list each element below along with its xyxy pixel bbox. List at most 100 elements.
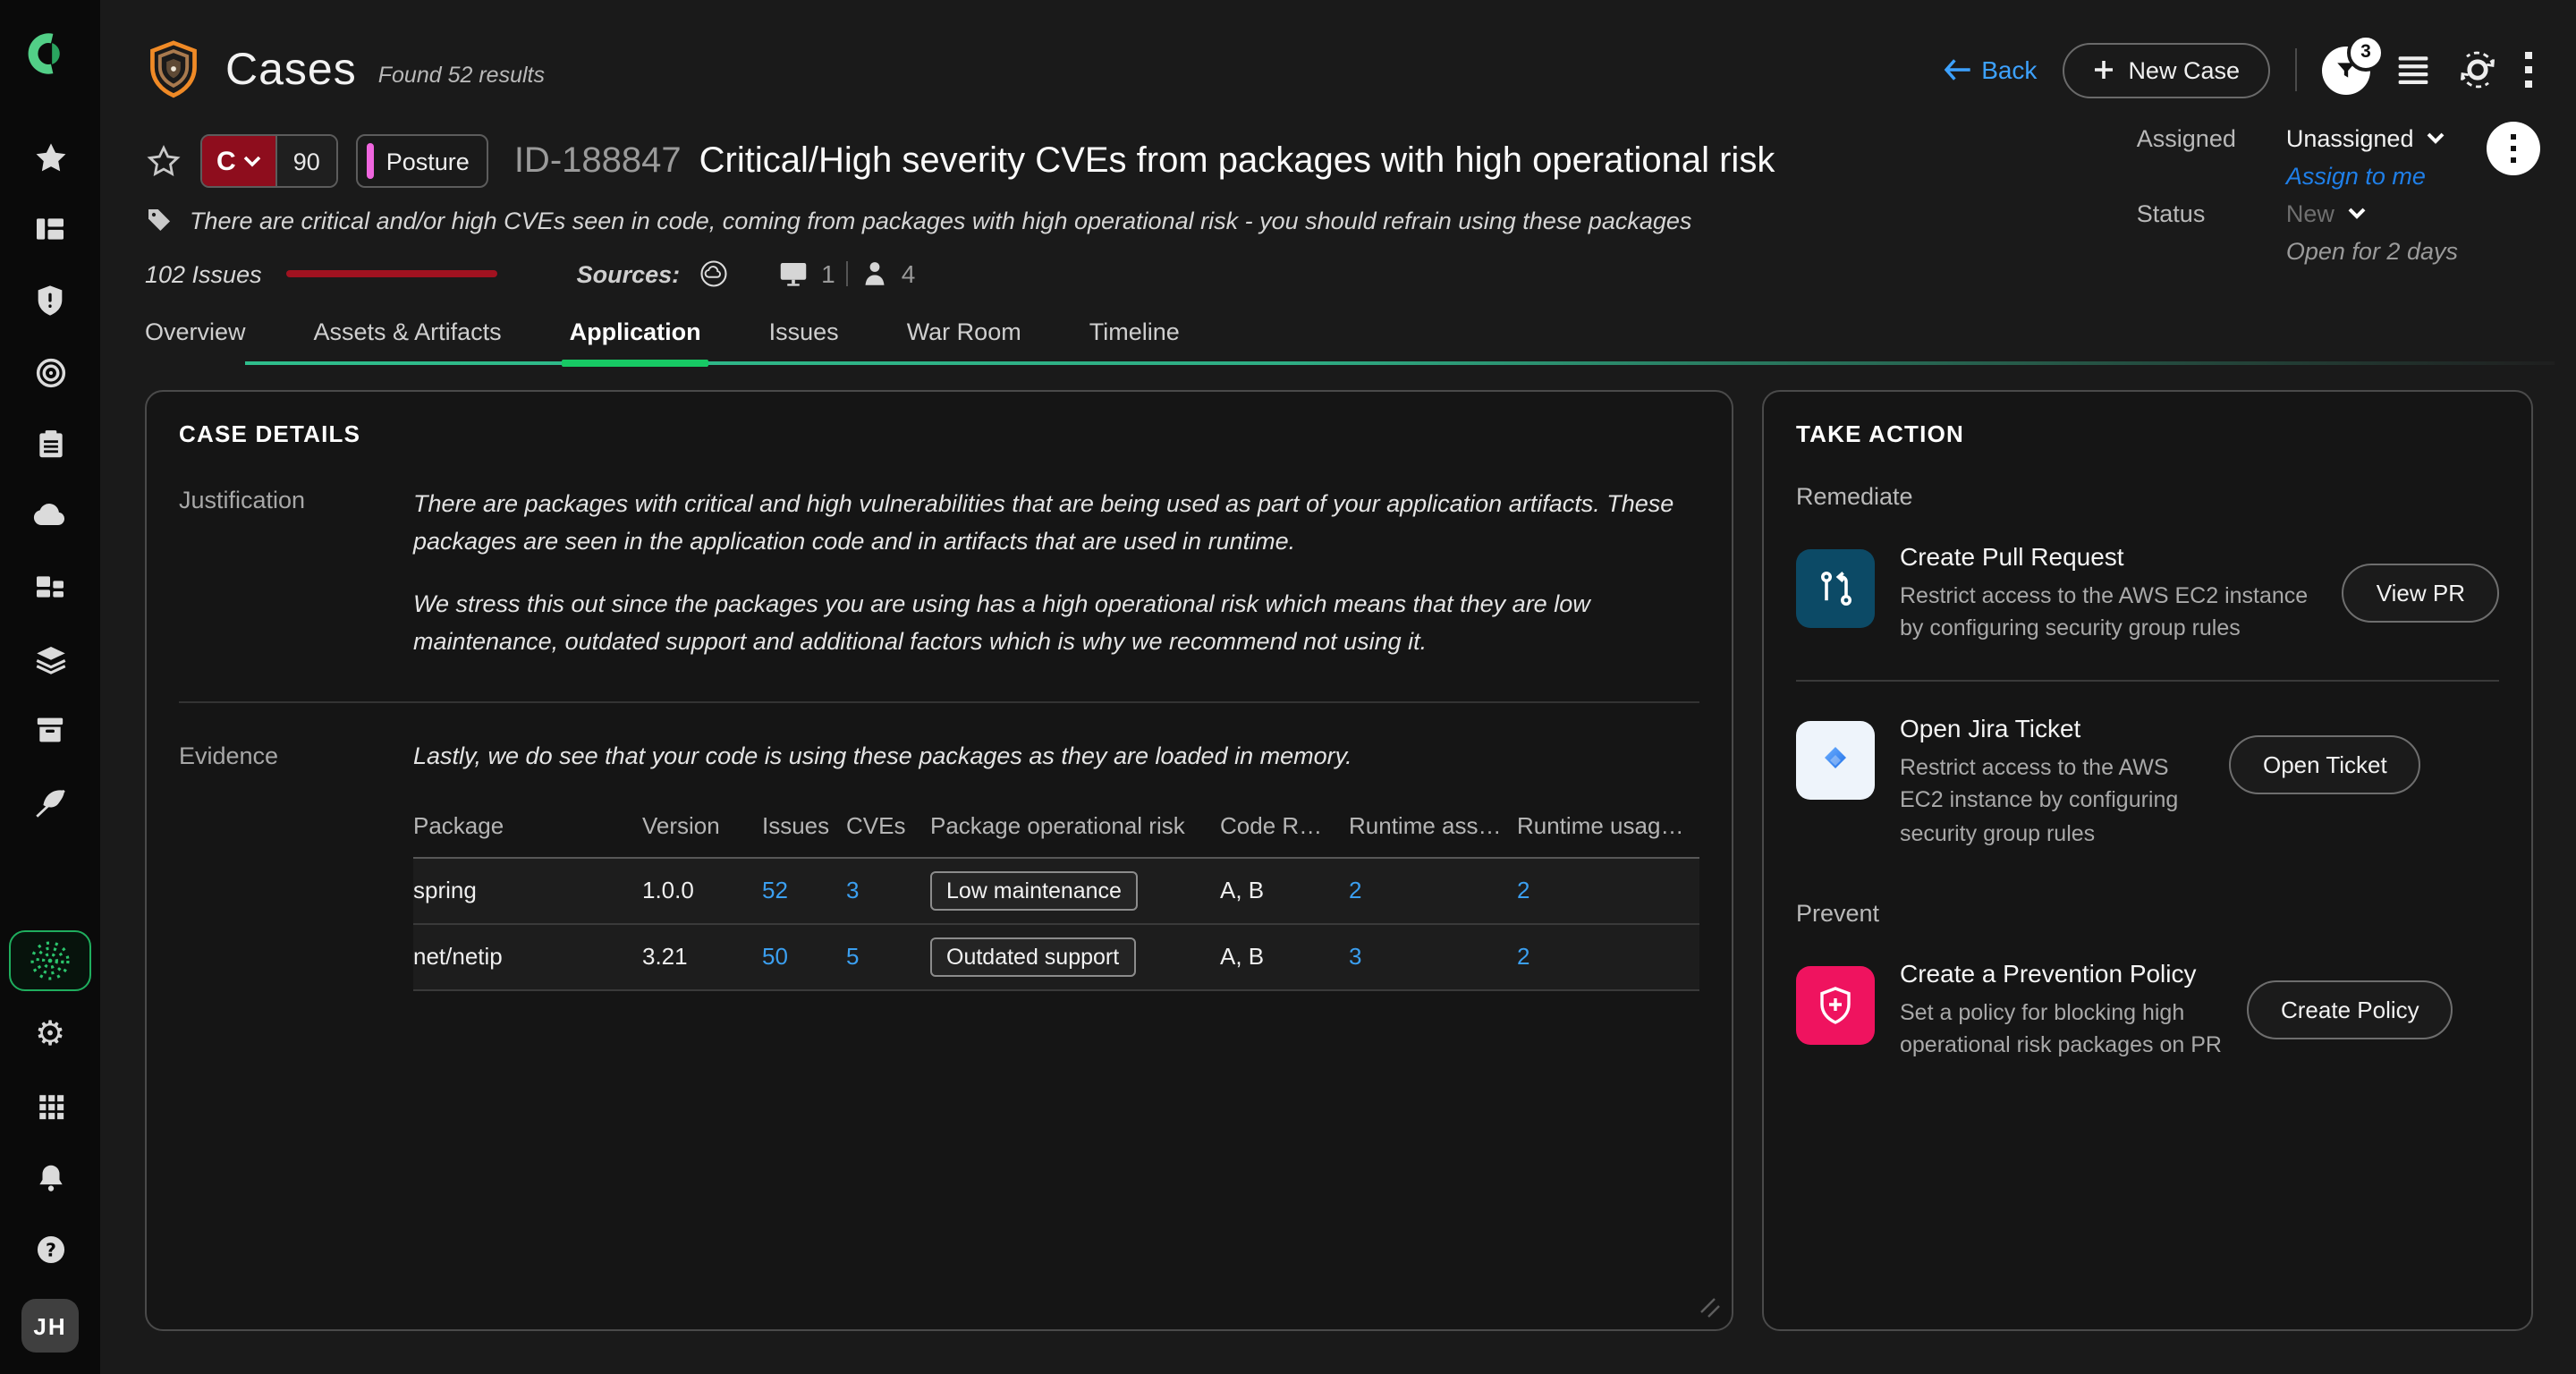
action-title: Open Jira Ticket — [1900, 715, 2204, 743]
list-view-icon[interactable] — [2395, 54, 2431, 86]
plus-icon — [2092, 59, 2114, 81]
blocks-icon[interactable] — [14, 551, 86, 623]
action-description: Restrict access to the AWS EC2 instance … — [1900, 580, 2318, 645]
justification-row: Justification There are packages with cr… — [179, 487, 1699, 686]
tab-overview[interactable]: Overview — [145, 318, 246, 365]
table-row: net/netip 3.21 50 5 Outdated support A, … — [413, 924, 1699, 990]
cell-risk: Low maintenance — [930, 870, 1220, 910]
shield-alert-icon[interactable] — [14, 265, 86, 336]
view-pr-button[interactable]: View PR — [2343, 564, 2499, 623]
jira-icon — [1796, 722, 1875, 801]
gear-icon[interactable]: ⚙ — [14, 998, 86, 1070]
sources-divider — [846, 261, 848, 286]
tab-assets-artifacts[interactable]: Assets & Artifacts — [314, 318, 502, 365]
table-row: spring 1.0.0 52 3 Low maintenance A, B 2… — [413, 858, 1699, 924]
action-title: Create a Prevention Policy — [1900, 958, 2222, 987]
active-product-spiral-icon[interactable] — [9, 930, 91, 991]
case-menu-button[interactable] — [2487, 122, 2540, 175]
bell-icon[interactable] — [14, 1141, 86, 1213]
help-icon[interactable]: ? — [14, 1213, 86, 1285]
back-button[interactable]: Back — [1942, 55, 2037, 84]
evidence-table: Package Version Issues CVEs Package oper… — [413, 811, 1699, 990]
col-version: Version — [642, 811, 762, 838]
tab-content: CASE DETAILS Justification There are pac… — [145, 390, 2533, 1374]
brand-logo-icon[interactable] — [27, 18, 73, 89]
col-code-repo: Code Repo — [1220, 811, 1349, 838]
case-details-heading: CASE DETAILS — [179, 420, 1699, 447]
results-count: Found 52 results — [378, 63, 545, 88]
case-title: Critical/High severity CVEs from package… — [699, 140, 1775, 182]
cell-runtime-usage-link[interactable]: 2 — [1517, 877, 1699, 903]
evidence-intro: Lastly, we do see that your code is usin… — [413, 742, 1699, 768]
page-header: Cases Found 52 results Back New Case 3 — [100, 0, 2576, 111]
cell-issues-link[interactable]: 50 — [762, 943, 846, 970]
cell-risk: Outdated support — [930, 937, 1220, 976]
case-id: ID-188847 — [514, 140, 682, 182]
monitor-count: 1 — [821, 259, 835, 288]
cell-runtime-usage-link[interactable]: 2 — [1517, 943, 1699, 970]
severity-badge[interactable]: C 90 — [200, 134, 338, 188]
cell-runtime-assets-link[interactable]: 3 — [1349, 943, 1517, 970]
cell-cves-link[interactable]: 3 — [846, 877, 930, 903]
star-icon[interactable] — [14, 122, 86, 193]
evidence-row: Evidence Lastly, we do see that your cod… — [179, 742, 1699, 990]
cloud-source-icon[interactable] — [698, 258, 730, 290]
status-dropdown[interactable]: New — [2286, 200, 2458, 227]
sync-icon[interactable] — [2456, 48, 2499, 91]
favorite-star-icon[interactable] — [145, 142, 182, 180]
tag-icon — [145, 206, 174, 234]
sidebar-nav — [14, 122, 86, 837]
app-root: ⚙ ? JH Cases Found 52 results — [0, 0, 2576, 1374]
cell-issues-link[interactable]: 52 — [762, 877, 846, 903]
clipboard-icon[interactable] — [14, 408, 86, 479]
user-avatar[interactable]: JH — [21, 1299, 79, 1353]
status-age: Open for 2 days — [2286, 238, 2458, 265]
case-description: There are critical and/or high CVEs seen… — [190, 207, 1691, 233]
assigned-dropdown[interactable]: Unassigned — [2286, 125, 2458, 152]
tab-issues[interactable]: Issues — [769, 318, 839, 365]
chevron-down-icon — [2426, 132, 2445, 145]
category-badge[interactable]: Posture — [356, 134, 489, 188]
sidebar-bottom: ⚙ ? JH — [9, 930, 91, 1353]
layout-icon[interactable] — [14, 193, 86, 265]
svg-text:?: ? — [45, 1238, 55, 1260]
status-label: Status — [2137, 200, 2236, 227]
take-action-panel: TAKE ACTION Remediate Create Pull Reques… — [1762, 390, 2533, 1331]
create-policy-button[interactable]: Create Policy — [2247, 980, 2453, 1039]
open-ticket-button[interactable]: Open Ticket — [2229, 736, 2421, 795]
case-header: C 90 Posture ID-188847 Critical/High sev… — [100, 111, 2576, 290]
cell-runtime-assets-link[interactable]: 2 — [1349, 877, 1517, 903]
tab-war-room[interactable]: War Room — [907, 318, 1021, 365]
new-case-button[interactable]: New Case — [2062, 42, 2270, 98]
table-header-row: Package Version Issues CVEs Package oper… — [413, 811, 1699, 858]
kebab-menu-icon — [2510, 134, 2517, 163]
layers-icon[interactable] — [14, 623, 86, 694]
take-action-heading: TAKE ACTION — [1796, 420, 2499, 447]
apps-grid-icon[interactable] — [14, 1070, 86, 1141]
target-icon[interactable] — [14, 336, 86, 408]
issues-severity-bar — [287, 270, 498, 277]
resize-handle-icon[interactable] — [1699, 1297, 1721, 1319]
cloud-icon[interactable] — [14, 479, 86, 551]
col-cves: CVEs — [846, 811, 930, 838]
justification-paragraph-2: We stress this out since the packages yo… — [413, 587, 1699, 662]
monitor-source-group[interactable]: 1 — [776, 258, 835, 290]
tab-timeline[interactable]: Timeline — [1089, 318, 1180, 365]
justification-paragraph-1: There are packages with critical and hig… — [413, 487, 1699, 562]
cell-code-repo: A, B — [1220, 943, 1349, 970]
tab-application[interactable]: Application — [570, 318, 701, 365]
cell-package: net/netip — [413, 943, 642, 970]
quill-icon[interactable] — [14, 766, 86, 837]
col-package: Package — [413, 811, 642, 838]
cell-cves-link[interactable]: 5 — [846, 943, 930, 970]
chevron-down-icon — [243, 155, 261, 167]
category-color-bar — [367, 143, 374, 179]
archive-icon[interactable] — [14, 694, 86, 766]
severity-score: 90 — [275, 136, 336, 186]
header-divider — [2295, 48, 2297, 91]
person-icon — [859, 258, 891, 290]
kebab-menu-icon[interactable] — [2524, 52, 2533, 88]
people-source-group[interactable]: 4 — [859, 258, 916, 290]
filter-button[interactable]: 3 — [2322, 46, 2370, 94]
assign-to-me-link[interactable]: Assign to me — [2286, 163, 2458, 190]
